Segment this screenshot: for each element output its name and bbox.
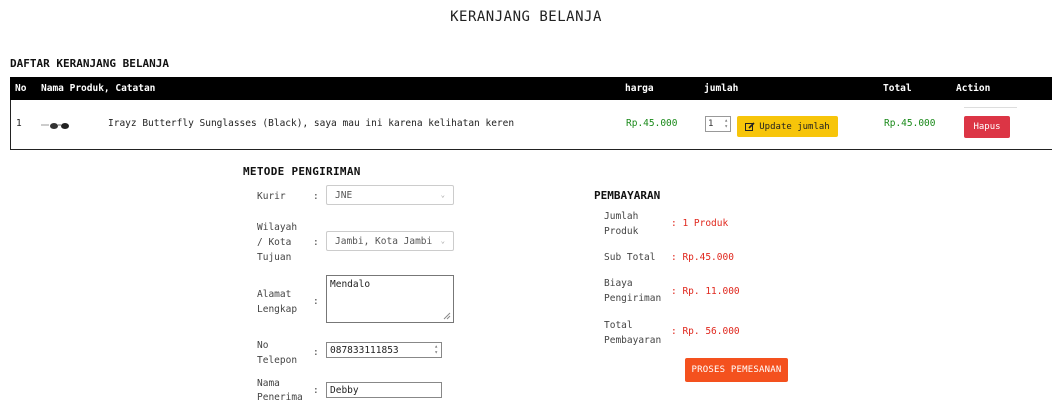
recipient-label-line1: Nama — [257, 378, 280, 389]
shipping-cost-value: : Rp. 11.000 — [671, 286, 740, 297]
chevron-down-icon: ⌄ — [440, 191, 445, 199]
delete-button[interactable]: Hapus — [964, 116, 1010, 138]
region-label-line2: / Kota — [257, 237, 292, 248]
column-header-total: Total — [883, 83, 912, 94]
product-price: Rp.45.000 — [626, 118, 678, 129]
recipient-name-input[interactable]: Debby — [326, 382, 442, 398]
phone-input[interactable]: 087833111853 ▴ ▾ — [326, 342, 442, 358]
row-total: Rp.45.000 — [884, 118, 936, 129]
phone-label-line1: No — [257, 340, 269, 351]
recipient-value: Debby — [330, 384, 359, 396]
product-count-label-line1: Jumlah — [604, 211, 639, 222]
address-value: Mendalo — [330, 279, 371, 290]
edit-icon — [745, 121, 755, 131]
address-textarea[interactable]: Mendalo — [326, 275, 454, 323]
update-quantity-label: Update jumlah — [759, 121, 830, 132]
courier-select[interactable]: JNE ⌄ — [326, 185, 454, 205]
page-title: KERANJANG BELANJA — [450, 9, 602, 25]
payment-section-title: PEMBAYARAN — [594, 189, 661, 202]
chevron-down-icon: ⌄ — [440, 237, 445, 245]
sunglasses-image — [41, 123, 69, 129]
column-header-price: harga — [625, 83, 654, 94]
row-number: 1 — [16, 118, 22, 129]
resize-grip-icon[interactable] — [443, 312, 451, 320]
total-payment-label-line2: Pembayaran — [604, 335, 662, 346]
courier-label: Kurir — [257, 191, 286, 202]
phone-label-line2: Telepon — [257, 355, 298, 366]
column-header-product: Nama Produk, Catatan — [41, 83, 156, 94]
region-label-line3: Tujuan — [257, 252, 292, 263]
shipping-cost-label-line1: Biaya — [604, 278, 633, 289]
column-header-action: Action — [956, 83, 991, 94]
region-label-line1: Wilayah — [257, 222, 298, 233]
shipping-cost-label-line2: Pengiriman — [604, 293, 662, 304]
colon: : — [313, 347, 319, 358]
quantity-value: 1 — [708, 119, 714, 129]
quantity-stepper[interactable]: 1 ▴ ▾ — [705, 116, 731, 132]
region-select[interactable]: Jambi, Kota Jambi ⌄ — [326, 231, 454, 251]
product-count-label-line2: Produk — [604, 226, 639, 237]
table-row: 1 Irayz Butterfly Sunglasses (Black), sa… — [10, 100, 1052, 150]
colon: : — [313, 385, 319, 396]
subtotal-value: : Rp.45.000 — [671, 252, 734, 263]
spinner-arrows-icon[interactable]: ▴ ▾ — [434, 344, 438, 356]
region-selected-value: Jambi, Kota Jambi — [335, 235, 433, 247]
process-order-button[interactable]: PROSES PEMESANAN — [685, 358, 788, 382]
product-name-note: Irayz Butterfly Sunglasses (Black), saya… — [108, 118, 515, 129]
phone-value: 087833111853 — [330, 344, 399, 356]
colon: : — [313, 296, 319, 307]
update-quantity-button[interactable]: Update jumlah — [737, 116, 838, 137]
divider — [964, 107, 1017, 108]
cart-table-header: No Nama Produk, Catatan harga jumlah Tot… — [10, 77, 1052, 100]
colon: : — [313, 237, 319, 248]
column-header-qty: jumlah — [704, 83, 739, 94]
spinner-arrows-icon[interactable]: ▴ ▾ — [724, 118, 728, 130]
total-payment-value: : Rp. 56.000 — [671, 326, 740, 337]
address-label-line2: Lengkap — [257, 304, 298, 315]
total-payment-label-line1: Total — [604, 320, 633, 331]
cart-section-title: DAFTAR KERANJANG BELANJA — [10, 57, 169, 70]
courier-selected-value: JNE — [335, 189, 353, 201]
shipping-section-title: METODE PENGIRIMAN — [243, 165, 361, 178]
colon: : — [313, 191, 319, 202]
product-count-value: : 1 Produk — [671, 218, 729, 229]
column-header-no: No — [15, 83, 27, 94]
address-label-line1: Alamat — [257, 289, 292, 300]
subtotal-label: Sub Total — [604, 252, 656, 263]
